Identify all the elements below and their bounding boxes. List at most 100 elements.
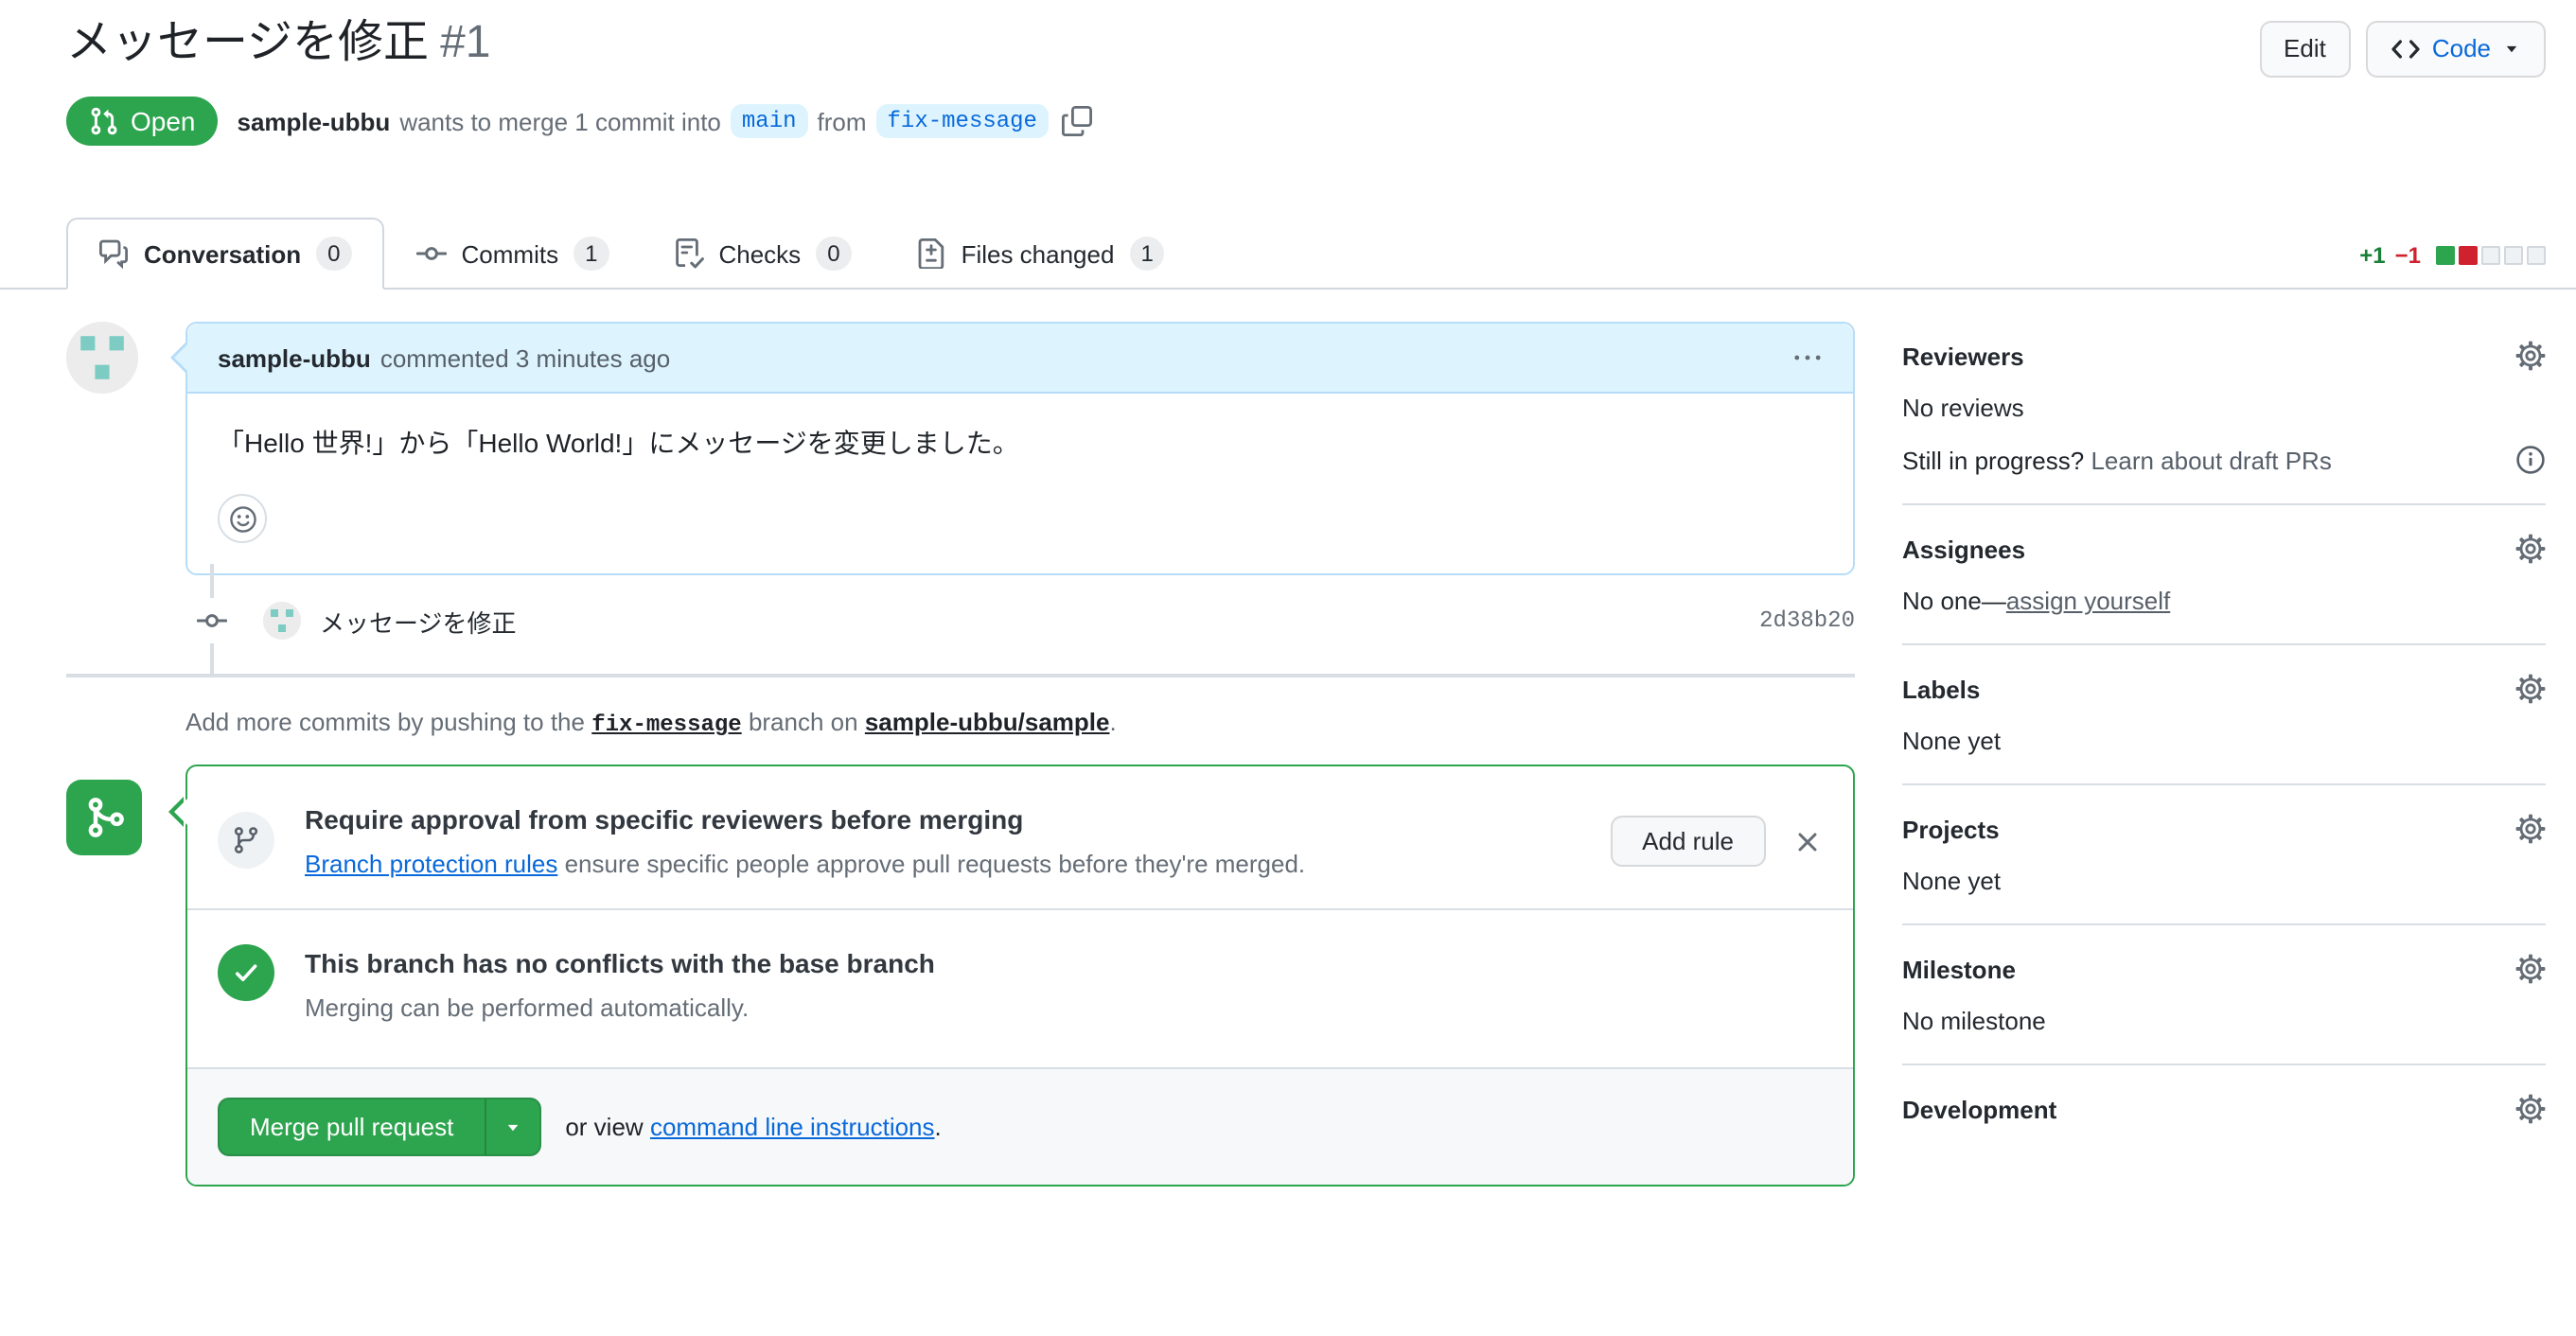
kebab-icon — [1792, 343, 1823, 373]
add-commits-hint: Add more commits by pushing to the fix-m… — [185, 708, 1855, 738]
merge-sentence-1: wants to merge 1 commit into — [399, 107, 721, 135]
status-badge: Open — [66, 97, 219, 146]
reviewers-empty-text: No reviews — [1902, 394, 2024, 422]
sidebar-section-reviewers: Reviewers No reviews Still in progress? … — [1902, 322, 2546, 505]
assignees-empty-text: No one—assign yourself — [1902, 587, 2546, 615]
projects-settings-button[interactable] — [2515, 814, 2546, 844]
merge-area: Require approval from specific reviewers… — [66, 765, 1855, 1187]
info-icon — [2515, 445, 2546, 475]
avatar[interactable] — [66, 322, 138, 394]
repo-link[interactable]: sample-ubbu/sample — [865, 708, 1110, 736]
discussion-timeline: sample-ubbu commented 3 minutes ago 「Hel… — [66, 322, 1855, 1187]
reviewers-heading[interactable]: Reviewers — [1902, 342, 2024, 370]
tab-counter: 0 — [816, 237, 852, 271]
pr-content: sample-ubbu commented 3 minutes ago 「Hel… — [0, 290, 2576, 1187]
labels-settings-button[interactable] — [2515, 674, 2546, 704]
timeline-divider — [66, 674, 1855, 677]
sidebar-section-milestone: Milestone No milestone — [1902, 925, 2546, 1065]
file-diff-icon — [916, 238, 946, 269]
labels-heading[interactable]: Labels — [1902, 675, 1980, 703]
diffstat-block-added — [2436, 246, 2455, 265]
tab-counter: 1 — [573, 237, 609, 271]
page-title: メッセージを修正 #1 — [66, 15, 490, 72]
cli-hint-text: or view — [565, 1113, 650, 1141]
comment-options-button[interactable] — [1792, 343, 1823, 373]
identicon-avatar — [66, 322, 138, 394]
pr-header: メッセージを修正 #1 Edit Code Open sample-ubbu wa… — [0, 0, 2576, 146]
pr-author[interactable]: sample-ubbu — [238, 107, 391, 135]
protection-title: Require approval from specific reviewers… — [305, 804, 1024, 835]
merge-pull-request-button[interactable]: Merge pull request — [218, 1098, 485, 1156]
pr-title-text: メッセージを修正 — [66, 17, 430, 68]
tab-label: Checks — [718, 239, 802, 268]
diffstat-additions: +1 — [2359, 242, 2386, 269]
tab-label: Files changed — [961, 239, 1115, 268]
add-reaction-button[interactable] — [218, 494, 267, 543]
tab-commits[interactable]: Commits 1 — [384, 218, 642, 290]
assign-yourself-link[interactable]: assign yourself — [2006, 587, 2170, 615]
milestone-heading[interactable]: Milestone — [1902, 955, 2016, 983]
add-rule-button[interactable]: Add rule — [1610, 816, 1766, 867]
assignees-heading[interactable]: Assignees — [1902, 535, 2025, 563]
tab-checks[interactable]: Checks 0 — [641, 218, 883, 290]
close-button[interactable] — [1792, 826, 1823, 856]
sidebar-section-labels: Labels None yet — [1902, 645, 2546, 785]
learn-about-draft-prs-link[interactable]: Learn about draft PRs — [2091, 446, 2331, 474]
labels-empty-text: None yet — [1902, 727, 2002, 755]
add-commits-text: branch on — [748, 708, 858, 736]
milestone-settings-button[interactable] — [2515, 954, 2546, 984]
diffstat-block-neutral — [2527, 246, 2546, 265]
reviewers-settings-button[interactable] — [2515, 341, 2546, 371]
chevron-down-icon — [2502, 40, 2521, 59]
merge-options-dropdown[interactable] — [484, 1098, 541, 1156]
git-merge-icon — [66, 780, 142, 855]
edit-button-label: Edit — [2284, 34, 2326, 62]
pr-tabs-nav: Conversation 0 Commits 1 Checks 0 Files … — [0, 218, 2576, 290]
gear-icon — [2515, 341, 2546, 371]
comment-box: sample-ubbu commented 3 minutes ago 「Hel… — [170, 322, 1855, 575]
mergeability-title: This branch has no conflicts with the ba… — [305, 948, 935, 978]
gear-icon — [2515, 674, 2546, 704]
head-branch-label[interactable]: fix-message — [875, 104, 1049, 138]
pr-meta-row: Open sample-ubbu wants to merge 1 commit… — [66, 97, 2546, 146]
commit-sha-link[interactable]: 2d38b20 — [1759, 607, 1855, 634]
draft-hint-text: Still in progress? — [1902, 446, 2091, 474]
checklist-icon — [673, 238, 703, 269]
projects-heading[interactable]: Projects — [1902, 815, 2000, 843]
close-icon — [1792, 826, 1823, 856]
commit-author-avatar[interactable] — [263, 602, 301, 640]
diffstat-block-neutral — [2504, 246, 2523, 265]
head-branch-link[interactable]: fix-message — [591, 712, 741, 738]
comment-timestamp: commented 3 minutes ago — [379, 343, 671, 372]
assignees-settings-button[interactable] — [2515, 534, 2546, 564]
code-button[interactable]: Code — [2365, 21, 2546, 78]
tab-label: Conversation — [144, 239, 302, 268]
draft-info-button[interactable] — [2515, 445, 2546, 475]
tab-files-changed[interactable]: Files changed 1 — [884, 218, 1197, 290]
comment-author[interactable]: sample-ubbu — [218, 343, 371, 372]
gear-icon — [2515, 954, 2546, 984]
copy-branch-button[interactable] — [1062, 106, 1092, 136]
branch-protection-row: Require approval from specific reviewers… — [187, 766, 1853, 908]
merge-actions-footer: Merge pull request or view command line … — [187, 1067, 1853, 1185]
identicon-avatar — [263, 602, 301, 640]
git-commit-icon — [197, 598, 227, 643]
pr-page: メッセージを修正 #1 Edit Code Open sample-ubbu wa… — [0, 0, 2576, 1336]
code-button-label: Code — [2431, 34, 2491, 62]
command-line-instructions-link[interactable]: command line instructions — [650, 1113, 935, 1141]
development-settings-button[interactable] — [2515, 1094, 2546, 1124]
commit-message-link[interactable]: メッセージを修正 — [320, 603, 517, 639]
tab-counter: 1 — [1129, 237, 1165, 271]
sidebar: Reviewers No reviews Still in progress? … — [1902, 322, 2546, 1152]
tab-conversation[interactable]: Conversation 0 — [66, 218, 384, 290]
sidebar-section-development: Development — [1902, 1065, 2546, 1152]
development-heading[interactable]: Development — [1902, 1095, 2056, 1123]
branch-protection-rules-link[interactable]: Branch protection rules — [305, 850, 557, 878]
code-icon — [2391, 34, 2421, 64]
base-branch-label[interactable]: main — [730, 104, 808, 138]
merge-sentence-2: from — [817, 107, 867, 135]
mergeability-subtitle: Merging can be performed automatically. — [305, 993, 750, 1022]
projects-empty-text: None yet — [1902, 867, 2002, 895]
edit-button[interactable]: Edit — [2259, 21, 2351, 78]
merge-status-box: Require approval from specific reviewers… — [168, 765, 1855, 1187]
